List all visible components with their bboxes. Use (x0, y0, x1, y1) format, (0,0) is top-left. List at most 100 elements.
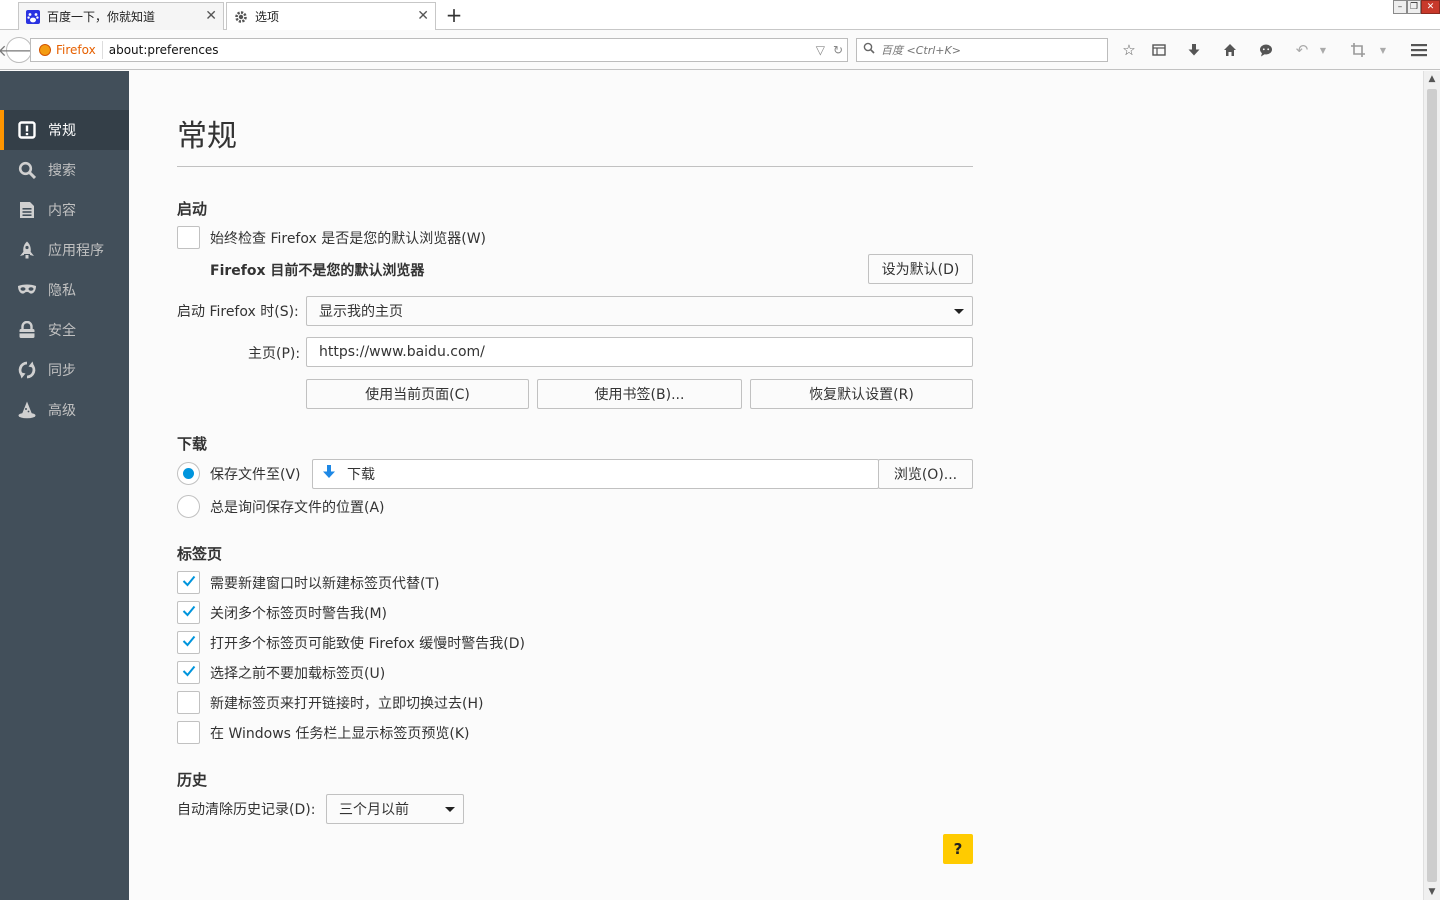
tab-option-label[interactable]: 需要新建窗口时以新建标签页代替(T) (210, 573, 439, 593)
gear-icon (233, 9, 249, 25)
chat-hello-icon[interactable] (1256, 40, 1276, 60)
page-title: 常规 (177, 119, 237, 154)
use-bookmark-button[interactable]: 使用书签(B)... (537, 379, 742, 409)
tabs-heading: 标签页 (177, 545, 223, 563)
back-button[interactable]: 🡐 (0, 37, 40, 63)
tab-option-checkbox[interactable] (177, 721, 200, 744)
reload-icon[interactable]: ↻ (829, 43, 847, 57)
download-arrow-icon (321, 464, 337, 484)
downloads-icon[interactable] (1184, 40, 1204, 60)
scroll-up-arrow-icon[interactable]: ▲ (1424, 71, 1440, 87)
search-bar[interactable] (856, 38, 1108, 62)
dropdown-arrow-icon (445, 807, 455, 812)
radio-selected-dot (183, 468, 194, 479)
sidebar-item-search[interactable]: 搜索 (0, 150, 129, 190)
default-browser-checkbox[interactable] (177, 226, 200, 249)
tab-option-checkbox[interactable] (177, 601, 200, 624)
checkmark-icon (182, 665, 196, 681)
clear-history-label: 自动清除历史记录(D): (177, 802, 316, 818)
url-bar[interactable]: Firefox about:preferences ▽ ↻ (30, 38, 848, 62)
vertical-scrollbar[interactable]: ▲ ▼ (1423, 71, 1440, 900)
history-dropdown-icon[interactable]: ▽ (812, 43, 829, 57)
search-icon (863, 42, 875, 58)
browse-button[interactable]: 浏览(O)... (878, 459, 973, 489)
header-divider (177, 166, 973, 167)
clear-history-select[interactable]: 三个月以前 (326, 794, 464, 824)
homepage-label: 主页(P): (248, 346, 301, 362)
default-browser-check-label[interactable]: 始终检查 Firefox 是否是您的默认浏览器(W) (210, 228, 486, 248)
bookmarks-menu-icon[interactable] (1149, 40, 1169, 60)
tab-option-label[interactable]: 打开多个标签页可能致使 Firefox 缓慢时警告我(D) (210, 633, 525, 653)
when-starts-label: 启动 Firefox 时(S): (177, 304, 299, 320)
scroll-thumb[interactable] (1427, 89, 1437, 882)
always-ask-radio[interactable] (177, 495, 200, 518)
checkmark-icon (182, 605, 196, 621)
search-input[interactable] (879, 42, 1089, 58)
homepage-input[interactable]: https://www.baidu.com/ (306, 337, 973, 367)
sidebar-item-label: 高级 (48, 403, 76, 419)
tab-option-label[interactable]: 在 Windows 任务栏上显示标签页预览(K) (210, 723, 470, 743)
download-folder-field: 下载 (312, 459, 879, 489)
home-icon[interactable] (1220, 40, 1240, 60)
download-folder-name: 下载 (347, 467, 375, 483)
restore-default-button[interactable]: 恢复默认设置(R) (750, 379, 973, 409)
security-lock-icon (17, 320, 37, 340)
sidebar-item-general[interactable]: 常规 (0, 110, 129, 150)
close-window-button[interactable]: ✕ (1421, 0, 1440, 14)
startup-heading: 启动 (177, 200, 208, 218)
not-default-browser-text: Firefox 目前不是您的默认浏览器 (210, 263, 425, 279)
sidebar-item-security[interactable]: 安全 (0, 310, 129, 350)
sidebar-item-label: 安全 (48, 323, 76, 339)
close-tab-icon[interactable]: ✕ (205, 8, 217, 24)
undo-icon[interactable]: ↶ (1292, 40, 1312, 60)
restore-window-button[interactable]: ❐ (1407, 0, 1421, 14)
set-default-button[interactable]: 设为默认(D) (868, 254, 973, 284)
tab-title: 百度一下，你就知道 (47, 10, 156, 24)
identity-label: Firefox (56, 43, 96, 57)
tab-options[interactable]: 选项 ✕ (226, 2, 436, 30)
sidebar-item-privacy[interactable]: 隐私 (0, 270, 129, 310)
privacy-mask-icon (17, 280, 37, 300)
tab-baidu[interactable]: 百度一下，你就知道 ✕ (18, 2, 224, 30)
tab-option-label[interactable]: 关闭多个标签页时警告我(M) (210, 603, 387, 623)
sidebar-item-label: 搜索 (48, 163, 76, 179)
crop-dropdown-icon[interactable]: ▼ (1377, 40, 1389, 60)
close-tab-icon[interactable]: ✕ (417, 8, 429, 24)
clear-history-value: 三个月以前 (339, 802, 409, 818)
checkmark-icon (182, 635, 196, 651)
firefox-logo-icon (39, 44, 51, 56)
when-starts-value: 显示我的主页 (319, 304, 403, 320)
advanced-wizard-hat-icon (17, 400, 37, 420)
scroll-down-arrow-icon[interactable]: ▼ (1424, 884, 1440, 900)
downloads-heading: 下载 (177, 435, 208, 453)
tab-option-checkbox[interactable] (177, 571, 200, 594)
sidebar-item-label: 常规 (48, 123, 76, 139)
sidebar-item-advanced[interactable]: 高级 (0, 390, 129, 430)
tab-option-checkbox[interactable] (177, 691, 200, 714)
url-text[interactable]: about:preferences (103, 43, 812, 57)
search-icon (17, 160, 37, 180)
hamburger-menu-icon[interactable] (1409, 40, 1429, 60)
dropdown-arrow-icon (954, 309, 964, 314)
tab-option-label[interactable]: 选择之前不要加载标签页(U) (210, 663, 385, 683)
new-tab-button[interactable]: + (444, 3, 464, 27)
when-starts-select[interactable]: 显示我的主页 (306, 296, 973, 326)
use-current-page-button[interactable]: 使用当前页面(C) (306, 379, 529, 409)
sidebar-item-applications[interactable]: 应用程序 (0, 230, 129, 270)
always-ask-label[interactable]: 总是询问保存文件的位置(A) (210, 497, 385, 517)
history-heading: 历史 (177, 771, 208, 789)
sidebar-item-content[interactable]: 内容 (0, 190, 129, 230)
baidu-paw-icon (25, 9, 41, 25)
tab-option-checkbox[interactable] (177, 631, 200, 654)
help-button[interactable]: ? (943, 834, 973, 864)
undo-dropdown-icon[interactable]: ▼ (1317, 40, 1329, 60)
crop-icon[interactable] (1348, 40, 1368, 60)
save-to-radio[interactable] (177, 462, 200, 485)
identity-box[interactable]: Firefox (31, 41, 103, 59)
sidebar-item-sync[interactable]: 同步 (0, 350, 129, 390)
minimize-window-button[interactable]: – (1393, 0, 1407, 14)
tab-option-label[interactable]: 新建标签页来打开链接时，立即切换过去(H) (210, 693, 483, 713)
bookmark-star-icon[interactable]: ☆ (1119, 40, 1139, 60)
tab-option-checkbox[interactable] (177, 661, 200, 684)
save-to-label[interactable]: 保存文件至(V) (210, 464, 301, 484)
